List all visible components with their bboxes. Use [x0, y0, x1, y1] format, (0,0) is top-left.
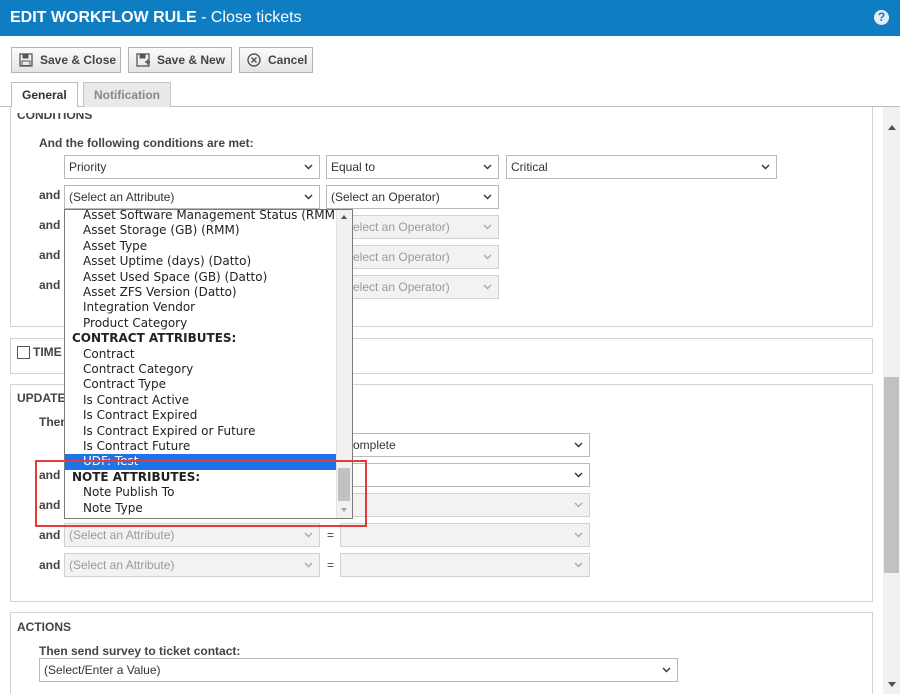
cancel-label: Cancel: [268, 53, 308, 67]
chevron-down-icon: [574, 502, 583, 508]
condition-operator-select-1[interactable]: Equal to: [326, 155, 499, 179]
condition-operator-value-3: elect an Operator): [353, 220, 450, 234]
update-attribute-select-5[interactable]: (Select an Attribute): [64, 553, 320, 577]
chevron-down-icon: [574, 472, 583, 478]
chevron-down-icon: [662, 667, 671, 673]
update-value-select-5[interactable]: [340, 553, 590, 577]
scroll-up-icon[interactable]: [887, 123, 897, 131]
equals-sign: =: [327, 558, 335, 572]
tab-general[interactable]: General: [11, 82, 78, 108]
dropdown-option[interactable]: Asset Used Space (GB) (Datto): [65, 270, 336, 285]
update-value-select-3[interactable]: [340, 493, 590, 517]
and-label: and: [39, 528, 61, 542]
dropdown-option[interactable]: Contract Type: [65, 377, 336, 392]
condition-attribute-select-1[interactable]: Priority: [64, 155, 320, 179]
tab-bar: General Notification: [0, 80, 900, 108]
condition-operator-value-1: Equal to: [331, 160, 376, 174]
update-value-select-4[interactable]: [340, 523, 590, 547]
update-attribute-value-4: (Select an Attribute): [69, 528, 175, 542]
chevron-down-icon: [304, 562, 313, 568]
dropdown-option[interactable]: Is Contract Active: [65, 393, 336, 408]
highlight-box: [35, 460, 367, 527]
chevron-down-icon: [574, 532, 583, 538]
condition-operator-select-2[interactable]: (Select an Operator): [326, 185, 499, 209]
survey-value: (Select/Enter a Value): [44, 663, 161, 677]
condition-value-1: Critical: [511, 160, 548, 174]
and-label: and: [39, 278, 61, 292]
dropdown-scroll-up-icon[interactable]: [340, 214, 348, 220]
survey-label: Then send survey to ticket contact:: [39, 644, 241, 658]
chevron-down-icon: [761, 164, 770, 170]
condition-attribute-value-1: Priority: [69, 160, 107, 174]
condition-operator-value-2: (Select an Operator): [331, 190, 440, 204]
condition-value-select-1[interactable]: Critical: [506, 155, 777, 179]
conditions-title: CONDITIONS: [17, 113, 93, 122]
equals-sign: =: [327, 528, 335, 542]
save-new-button[interactable]: Save & New: [128, 47, 232, 73]
save-new-icon: [136, 53, 150, 67]
chevron-down-icon: [483, 284, 492, 290]
title-bar: EDIT WORKFLOW RULE - Close tickets ?: [0, 0, 900, 36]
and-label: and: [39, 218, 61, 232]
time-label: TIME: [33, 345, 62, 359]
chevron-down-icon: [574, 562, 583, 568]
save-close-button[interactable]: Save & Close: [11, 47, 121, 73]
update-title: UPDATE: [17, 391, 66, 405]
update-attribute-value-5: (Select an Attribute): [69, 558, 175, 572]
condition-operator-value-4: elect an Operator): [353, 250, 450, 264]
and-label: and: [39, 558, 61, 572]
dropdown-option[interactable]: Asset Type: [65, 239, 336, 254]
actions-title: ACTIONS: [17, 620, 71, 634]
chevron-down-icon: [483, 254, 492, 260]
dropdown-option[interactable]: Contract Category: [65, 362, 336, 377]
scroll-down-icon[interactable]: [887, 681, 897, 689]
condition-attribute-value-2: (Select an Attribute): [69, 190, 175, 204]
dropdown-option[interactable]: Asset Software Management Status (RMM): [65, 210, 340, 223]
dropdown-option[interactable]: Asset Storage (GB) (RMM): [65, 223, 336, 238]
dropdown-option[interactable]: Is Contract Expired: [65, 408, 336, 423]
chevron-down-icon: [483, 164, 492, 170]
dropdown-option[interactable]: Integration Vendor: [65, 300, 336, 315]
chevron-down-icon: [304, 194, 313, 200]
page-scrollbar-thumb[interactable]: [884, 377, 899, 573]
dropdown-option[interactable]: Is Contract Future: [65, 439, 336, 454]
and-label: and: [39, 188, 61, 202]
chevron-down-icon: [483, 194, 492, 200]
chevron-down-icon: [483, 224, 492, 230]
condition-attribute-select-2[interactable]: (Select an Attribute): [64, 185, 320, 209]
window-title: EDIT WORKFLOW RULE: [10, 9, 197, 26]
dropdown-group-header: CONTRACT ATTRIBUTES:: [72, 331, 237, 346]
cancel-icon: [247, 53, 261, 67]
update-value-1: omplete: [353, 438, 396, 452]
chevron-down-icon: [304, 164, 313, 170]
save-close-label: Save & Close: [40, 53, 117, 67]
dropdown-option[interactable]: Asset ZFS Version (Datto): [65, 285, 336, 300]
time-checkbox[interactable]: [17, 346, 30, 359]
chevron-down-icon: [304, 532, 313, 538]
dropdown-option[interactable]: Asset Uptime (days) (Datto): [65, 254, 336, 269]
save-icon: [19, 53, 33, 67]
condition-operator-value-5: elect an Operator): [353, 280, 450, 294]
dropdown-option[interactable]: Contract: [65, 347, 336, 362]
toolbar: Save & Close Save & New Cancel: [0, 36, 900, 80]
survey-select[interactable]: (Select/Enter a Value): [39, 658, 678, 682]
help-icon[interactable]: ?: [874, 10, 889, 25]
conditions-intro: And the following conditions are met:: [39, 136, 254, 150]
dropdown-option[interactable]: Is Contract Expired or Future: [65, 424, 336, 439]
cancel-button[interactable]: Cancel: [239, 47, 313, 73]
update-value-select-1[interactable]: omplete: [340, 433, 590, 457]
tab-notification[interactable]: Notification: [83, 82, 171, 108]
and-label: and: [39, 248, 61, 262]
dropdown-option[interactable]: Product Category: [65, 316, 336, 331]
update-value-select-2[interactable]: [340, 463, 590, 487]
chevron-down-icon: [574, 442, 583, 448]
window-subtitle: - Close tickets: [196, 9, 302, 26]
save-new-label: Save & New: [157, 53, 226, 67]
